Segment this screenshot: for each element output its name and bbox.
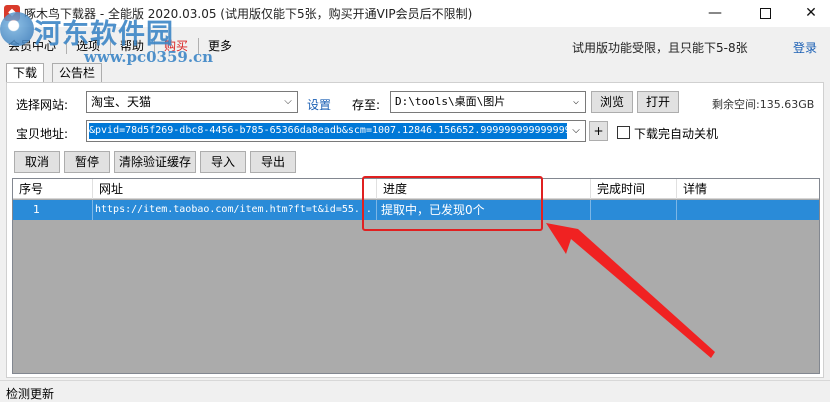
status-text: 检测更新 [6,387,55,401]
menu-bar: 会员中心 选项 帮助 购买 更多 试用版功能受限，且只能下5-8张 登录 [0,34,830,58]
menu-help[interactable]: 帮助 [120,36,144,56]
row-url: https://item.taobao.com/item.htm?ft=t&id… [93,200,377,220]
menu-divider [66,38,67,54]
url-input[interactable]: &pvid=78d5f269-dbc8-4456-b785-65366da8ea… [86,120,586,142]
column-header-index[interactable]: 序号 [13,179,93,199]
add-url-button[interactable]: + [589,121,608,141]
export-button[interactable]: 导出 [250,151,296,173]
minimize-button[interactable]: — [692,0,738,27]
menu-divider [198,38,199,54]
settings-link[interactable]: 设置 [307,96,331,113]
save-path-value: D:\tools\桌面\图片 [395,95,506,108]
close-button[interactable]: ✕ [788,0,830,27]
tab-bulletin[interactable]: 公告栏 [52,63,103,83]
site-select[interactable]: 淘宝、天猫 ⌵ [86,91,298,113]
cancel-button[interactable]: 取消 [14,151,60,173]
browse-button[interactable]: 浏览 [591,91,633,113]
menu-member-center[interactable]: 会员中心 [8,36,56,56]
url-label: 宝贝地址: [16,127,69,141]
site-label: 选择网站: [16,98,69,112]
save-to-label: 存至: [352,98,381,112]
auto-shutdown-label: 下载完自动关机 [634,127,719,141]
chevron-down-icon: ⌵ [567,92,585,112]
open-button[interactable]: 打开 [637,91,679,113]
row-done-time [591,200,677,220]
row-detail [677,200,819,220]
pause-button[interactable]: 暂停 [64,151,110,173]
maximize-icon [759,7,771,19]
trial-notice: 试用版功能受限，且只能下5-8张 [572,41,748,55]
column-header-detail[interactable]: 详情 [677,179,819,199]
status-bar: 检测更新 [0,380,830,402]
app-logo-icon: ◆ [4,5,20,21]
chevron-down-icon: ⌵ [279,92,297,112]
login-link[interactable]: 登录 [793,39,817,56]
menu-options[interactable]: 选项 [76,36,100,56]
chevron-down-icon: ⌵ [572,125,580,136]
auto-shutdown-checkbox[interactable] [617,126,630,139]
menu-buy[interactable]: 购买 [164,36,188,56]
column-header-done-time[interactable]: 完成时间 [591,179,677,199]
annotation-highlight-box [362,176,543,231]
tab-download[interactable]: 下载 [6,63,45,84]
menu-more[interactable]: 更多 [208,36,232,56]
menu-divider [154,38,155,54]
import-button[interactable]: 导入 [200,151,246,173]
column-header-url[interactable]: 网址 [93,179,377,199]
free-space-text: 剩余空间:135.63GB [712,98,815,111]
url-input-value: &pvid=78d5f269-dbc8-4456-b785-65366da8ea… [89,123,567,139]
save-path-select[interactable]: D:\tools\桌面\图片 ⌵ [390,91,586,113]
window-title: 啄木鸟下载器 - 全能版 2020.03.05 (试用版仅能下5张，购买开通VI… [24,7,473,21]
site-select-value: 淘宝、天猫 [91,95,152,109]
title-bar: ◆ 啄木鸟下载器 - 全能版 2020.03.05 (试用版仅能下5张，购买开通… [0,0,830,27]
row-index: 1 [13,200,93,220]
maximize-button[interactable] [742,0,788,27]
menu-divider [110,38,111,54]
clear-cache-button[interactable]: 清除验证缓存 [114,151,196,173]
